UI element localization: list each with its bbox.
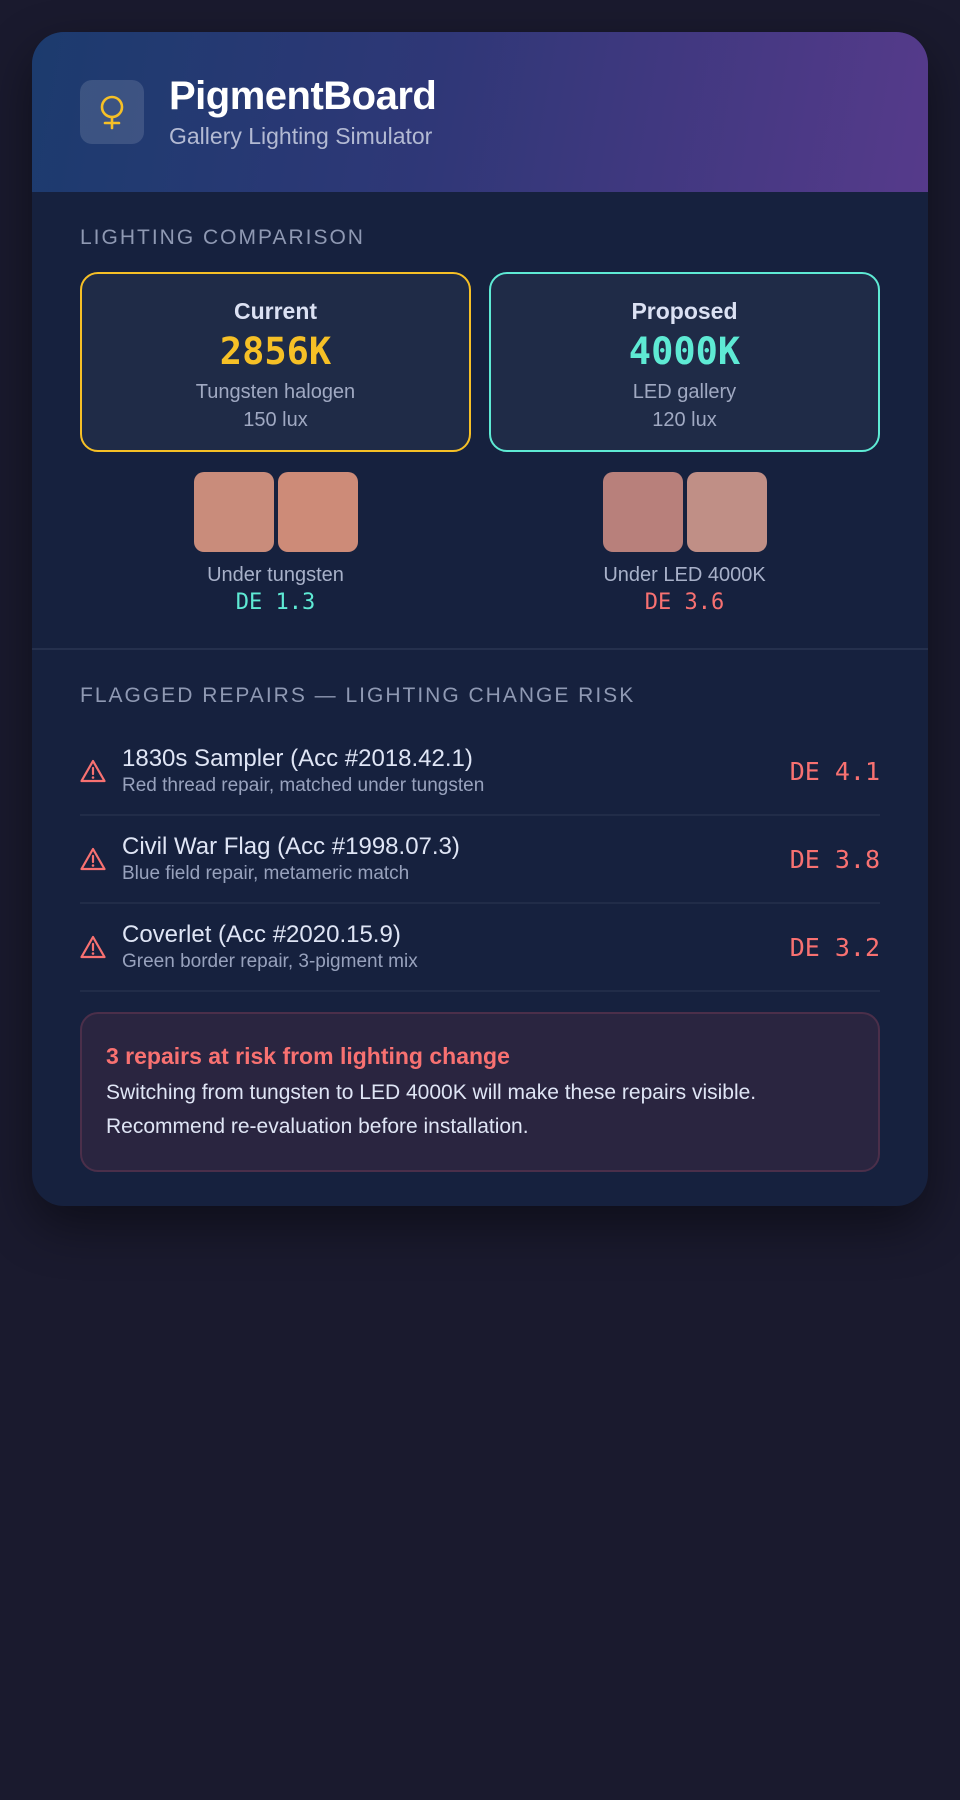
warning-icon — [80, 847, 122, 871]
illuminance: 120 lux — [652, 409, 717, 431]
current-lighting-card[interactable]: Current 2856K Tungsten halogen 150 lux — [80, 272, 471, 452]
repair-swatch — [277, 472, 358, 552]
proposed-lighting-card[interactable]: Proposed 4000K LED gallery 120 lux — [489, 272, 880, 452]
warning-icon — [80, 759, 122, 783]
section-title: FLAGGED REPAIRS — LIGHTING CHANGE RISK — [80, 684, 636, 707]
light-source: LED gallery — [632, 381, 737, 403]
repair-name: Civil War Flag (Acc #1998.07.3) — [122, 833, 460, 860]
lighting-label: Current — [233, 298, 318, 324]
color-temperature: 2856K — [219, 330, 332, 373]
repair-delta-e: DE 3.2 — [789, 932, 880, 962]
alert-title: 3 repairs at risk from lighting change — [106, 1043, 510, 1069]
app-header: PigmentBoard Gallery Lighting Simulator — [32, 32, 928, 192]
delta-e-value: DE 1.3 — [235, 590, 316, 615]
risk-alert: 3 repairs at risk from lighting change S… — [80, 1012, 880, 1172]
bulb-icon — [80, 80, 144, 144]
swatch-caption: Under LED 4000K — [603, 564, 766, 586]
alert-body: Switching from tungsten to LED 4000K wil… — [106, 1081, 757, 1138]
repair-item[interactable]: Coverlet (Acc #2020.15.9) Green border r… — [80, 904, 880, 992]
repair-item[interactable]: Civil War Flag (Acc #1998.07.3) Blue fie… — [80, 816, 880, 904]
repair-description: Red thread repair, matched under tungste… — [122, 775, 485, 796]
repair-description: Blue field repair, metameric match — [122, 863, 410, 884]
repair-description: Green border repair, 3-pigment mix — [122, 951, 418, 972]
section-title: LIGHTING COMPARISON — [80, 226, 365, 249]
delta-e-value: DE 3.6 — [644, 590, 725, 615]
lighting-comparison-section: LIGHTING COMPARISON Current 2856K Tungst… — [32, 192, 928, 648]
app-title: PigmentBoard — [169, 74, 437, 118]
tungsten-swatch-comparison: Under tungsten DE 1.3 — [80, 472, 471, 618]
swatch-caption: Under tungsten — [207, 564, 344, 586]
repair-name: 1830s Sampler (Acc #2018.42.1) — [122, 745, 473, 772]
original-swatch — [602, 472, 683, 552]
simulator-card: PigmentBoard Gallery Lighting Simulator … — [32, 32, 928, 1206]
lighting-label: Proposed — [631, 298, 738, 324]
repair-swatch — [686, 472, 767, 552]
original-swatch — [193, 472, 274, 552]
repair-name: Coverlet (Acc #2020.15.9) — [122, 921, 401, 948]
repair-list: 1830s Sampler (Acc #2018.42.1) Red threa… — [80, 728, 880, 992]
app-subtitle: Gallery Lighting Simulator — [169, 123, 433, 149]
illuminance: 150 lux — [243, 409, 308, 431]
color-temperature: 4000K — [628, 330, 741, 373]
repair-item[interactable]: 1830s Sampler (Acc #2018.42.1) Red threa… — [80, 728, 880, 816]
flagged-repairs-section: FLAGGED REPAIRS — LIGHTING CHANGE RISK 1… — [32, 650, 928, 1206]
repair-delta-e: DE 3.8 — [789, 844, 880, 874]
led-swatch-comparison: Under LED 4000K DE 3.6 — [489, 472, 880, 618]
repair-delta-e: DE 4.1 — [789, 756, 880, 786]
warning-icon — [80, 935, 122, 959]
light-source: Tungsten halogen — [195, 381, 356, 403]
